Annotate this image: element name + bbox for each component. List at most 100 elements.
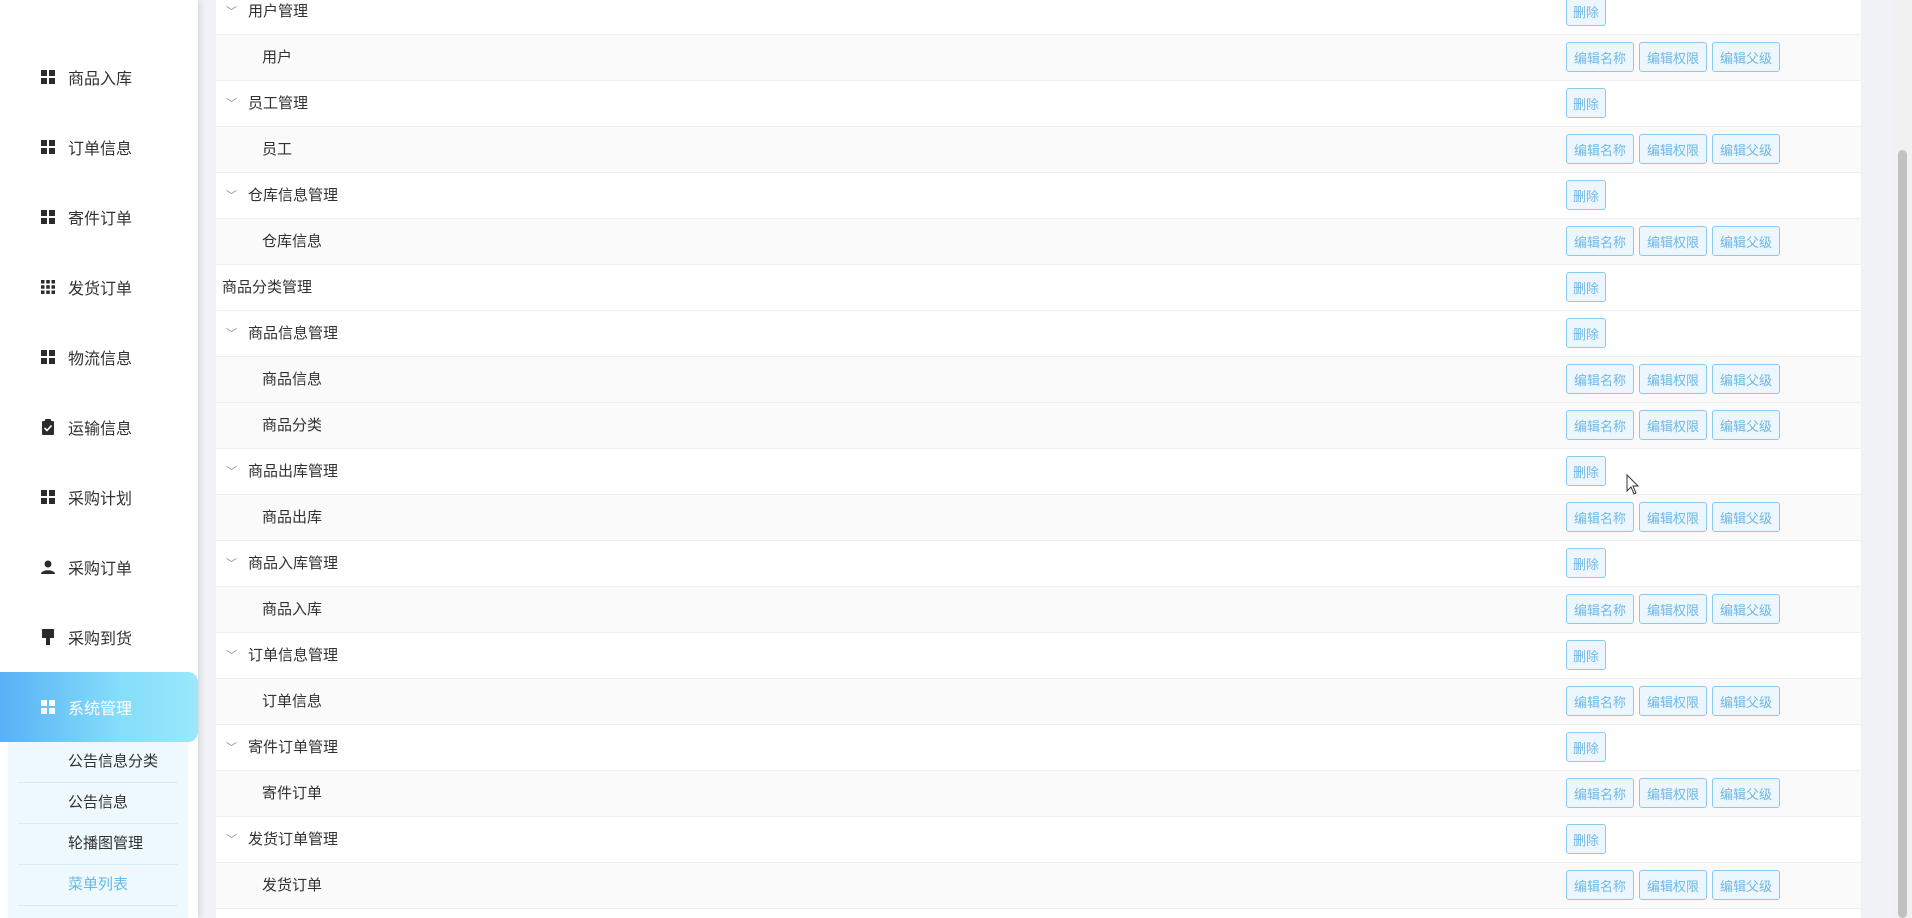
chevron-down-icon[interactable]: ﹀ — [226, 817, 237, 863]
edit-name-button[interactable]: 编辑名称 — [1566, 42, 1634, 72]
table-row: ﹀ 商品信息管理 删除 — [216, 311, 1861, 357]
row-name: 商品分类 — [262, 417, 323, 434]
row-actions: 删除 — [1566, 548, 1606, 578]
table-row: 商品分类 编辑名称 编辑权限 编辑父级 — [216, 403, 1861, 449]
sidebar-item-1[interactable]: 订单信息 — [0, 112, 198, 182]
row-actions: 编辑名称 编辑权限 编辑父级 — [1566, 686, 1780, 716]
edit-permission-button[interactable]: 编辑权限 — [1639, 778, 1707, 808]
row-name: 订单信息管理 — [248, 647, 339, 664]
edit-name-button[interactable]: 编辑名称 — [1566, 134, 1634, 164]
table-row: 订单信息 编辑名称 编辑权限 编辑父级 — [216, 679, 1861, 725]
row-name: 用户 — [262, 49, 293, 66]
edit-name-button[interactable]: 编辑名称 — [1566, 778, 1634, 808]
clipboard-check-icon — [40, 419, 56, 435]
submenu-item-0[interactable]: 公告信息分类 — [18, 742, 178, 783]
edit-permission-button[interactable]: 编辑权限 — [1639, 686, 1707, 716]
edit-parent-button[interactable]: 编辑父级 — [1712, 134, 1780, 164]
edit-permission-button[interactable]: 编辑权限 — [1639, 502, 1707, 532]
chevron-down-icon[interactable]: ﹀ — [226, 311, 237, 357]
chevron-down-icon[interactable]: ﹀ — [226, 173, 237, 219]
table-row: ﹀ 商品入库管理 删除 — [216, 541, 1861, 587]
table-row: ﹀ 仓库信息管理 删除 — [216, 173, 1861, 219]
sidebar-item-0[interactable]: 商品入库 — [0, 42, 198, 112]
edit-parent-button[interactable]: 编辑父级 — [1712, 42, 1780, 72]
delete-button[interactable]: 删除 — [1566, 0, 1606, 26]
row-name: 订单信息 — [262, 693, 323, 710]
chevron-down-icon[interactable]: ﹀ — [226, 633, 237, 679]
table-row: ﹀ 用户管理 删除 — [216, 0, 1861, 35]
row-name: 商品入库管理 — [248, 555, 339, 572]
submenu-item-3[interactable]: 菜单列表 — [18, 865, 178, 906]
delete-button[interactable]: 删除 — [1566, 732, 1606, 762]
scrollbar-thumb[interactable] — [1898, 150, 1907, 918]
delete-button[interactable]: 删除 — [1566, 318, 1606, 348]
row-name: 寄件订单 — [262, 785, 323, 802]
table-row: 员工 编辑名称 编辑权限 编辑父级 — [216, 127, 1861, 173]
chevron-down-icon[interactable]: ﹀ — [226, 81, 237, 127]
sidebar-item-5[interactable]: 运输信息 — [0, 392, 198, 462]
edit-parent-button[interactable]: 编辑父级 — [1712, 410, 1780, 440]
edit-parent-button[interactable]: 编辑父级 — [1712, 870, 1780, 900]
sidebar-item-4[interactable]: 物流信息 — [0, 322, 198, 392]
sidebar-item-label: 订单信息 — [68, 141, 133, 158]
submenu-item-2[interactable]: 轮播图管理 — [18, 824, 178, 865]
row-actions: 编辑名称 编辑权限 编辑父级 — [1566, 594, 1780, 624]
sidebar-item-7[interactable]: 采购订单 — [0, 532, 198, 602]
table-row: ﹀ 员工管理 删除 — [216, 81, 1861, 127]
edit-parent-button[interactable]: 编辑父级 — [1712, 778, 1780, 808]
edit-parent-button[interactable]: 编辑父级 — [1712, 364, 1780, 394]
sidebar-item-8[interactable]: 采购到货 — [0, 602, 198, 672]
chevron-down-icon[interactable]: ﹀ — [226, 725, 237, 771]
chevron-down-icon[interactable]: ﹀ — [226, 0, 237, 35]
apps-icon — [40, 279, 56, 295]
edit-permission-button[interactable]: 编辑权限 — [1639, 364, 1707, 394]
edit-name-button[interactable]: 编辑名称 — [1566, 410, 1634, 440]
edit-permission-button[interactable]: 编辑权限 — [1639, 226, 1707, 256]
edit-parent-button[interactable]: 编辑父级 — [1712, 226, 1780, 256]
row-name: 员工 — [262, 141, 293, 158]
edit-permission-button[interactable]: 编辑权限 — [1639, 42, 1707, 72]
sidebar-item-label: 商品入库 — [68, 71, 133, 88]
sidebar: 商品入库订单信息寄件订单 发货订单 物流信息运输信息采购计划采购订单采购到货 系统管理… — [0, 0, 198, 918]
chevron-down-icon[interactable]: ﹀ — [226, 449, 237, 495]
table-row: 仓库信息 编辑名称 编辑权限 编辑父级 — [216, 219, 1861, 265]
submenu-item-1[interactable]: 公告信息 — [18, 783, 178, 824]
chevron-down-icon[interactable]: ﹀ — [226, 541, 237, 587]
delete-button[interactable]: 删除 — [1566, 180, 1606, 210]
edit-name-button[interactable]: 编辑名称 — [1566, 870, 1634, 900]
table-row: ﹀ 订单信息管理 删除 — [216, 633, 1861, 679]
menu-tree-table: ﹀ 用户管理 删除 用户 编辑名称 编辑权限 编辑父级 ﹀ 员工管理 删除 员工 编辑名称 编辑权限 编辑… — [216, 0, 1861, 918]
row-actions: 删除 — [1566, 180, 1606, 210]
sidebar-item-6[interactable]: 采购计划 — [0, 462, 198, 532]
sidebar-item-9[interactable]: 系统管理 — [0, 672, 198, 742]
sidebar-item-2[interactable]: 寄件订单 — [0, 182, 198, 252]
edit-permission-button[interactable]: 编辑权限 — [1639, 410, 1707, 440]
row-name: 商品出库管理 — [248, 463, 339, 480]
edit-permission-button[interactable]: 编辑权限 — [1639, 594, 1707, 624]
row-actions: 删除 — [1566, 318, 1606, 348]
sidebar-item-label: 采购订单 — [68, 561, 133, 578]
delete-button[interactable]: 删除 — [1566, 272, 1606, 302]
sidebar-item-3[interactable]: 发货订单 — [0, 252, 198, 322]
edit-parent-button[interactable]: 编辑父级 — [1712, 686, 1780, 716]
edit-name-button[interactable]: 编辑名称 — [1566, 594, 1634, 624]
delete-button[interactable]: 删除 — [1566, 548, 1606, 578]
delete-button[interactable]: 删除 — [1566, 456, 1606, 486]
edit-name-button[interactable]: 编辑名称 — [1566, 364, 1634, 394]
grid-icon — [40, 699, 56, 715]
delete-button[interactable]: 删除 — [1566, 640, 1606, 670]
edit-name-button[interactable]: 编辑名称 — [1566, 686, 1634, 716]
edit-permission-button[interactable]: 编辑权限 — [1639, 134, 1707, 164]
edit-permission-button[interactable]: 编辑权限 — [1639, 870, 1707, 900]
edit-parent-button[interactable]: 编辑父级 — [1712, 502, 1780, 532]
delete-button[interactable]: 删除 — [1566, 88, 1606, 118]
sidebar-item-label: 运输信息 — [68, 421, 133, 438]
delete-button[interactable]: 删除 — [1566, 824, 1606, 854]
grid-icon — [40, 69, 56, 85]
vertical-scrollbar[interactable] — [1893, 0, 1912, 918]
row-actions: 删除 — [1566, 272, 1606, 302]
edit-parent-button[interactable]: 编辑父级 — [1712, 594, 1780, 624]
edit-name-button[interactable]: 编辑名称 — [1566, 502, 1634, 532]
table-row: ﹀ 商品出库管理 删除 — [216, 449, 1861, 495]
edit-name-button[interactable]: 编辑名称 — [1566, 226, 1634, 256]
